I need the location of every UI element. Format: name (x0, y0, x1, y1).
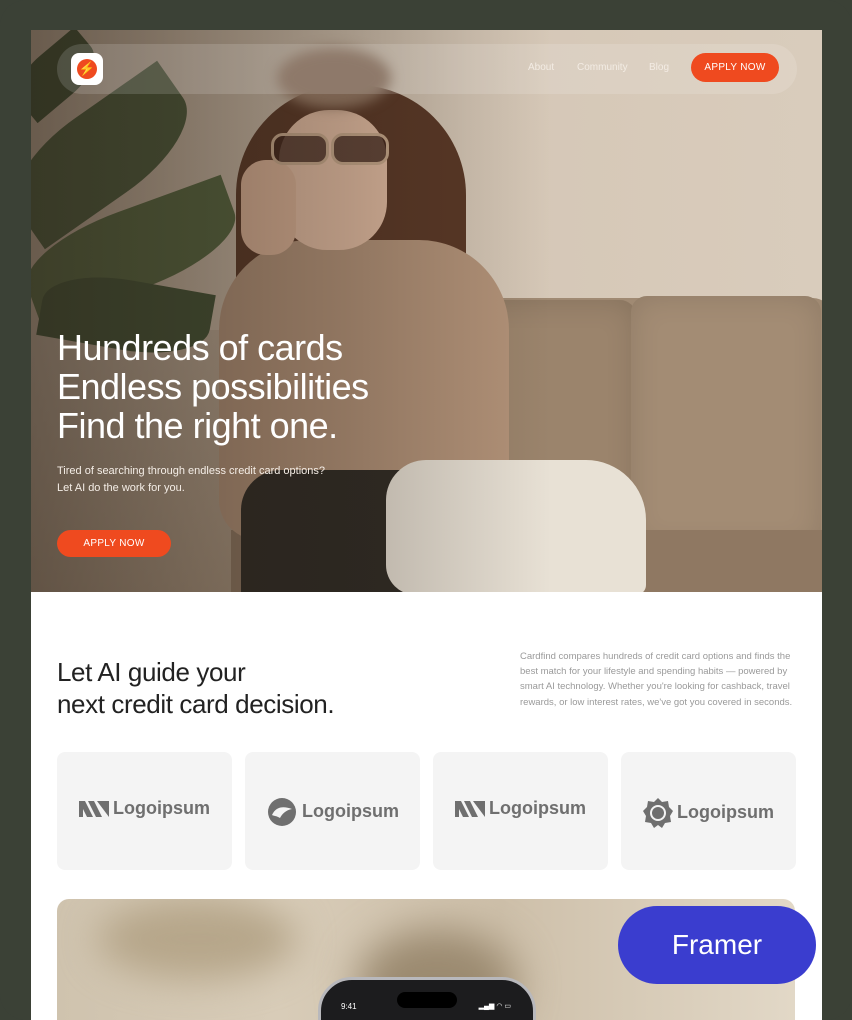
partner-logo-card: Logoipsum (57, 752, 232, 870)
logoipsum-badge-icon (643, 798, 673, 828)
partner-logo-name: Logoipsum (302, 800, 399, 821)
partner-logo-card: Logoipsum (433, 752, 608, 870)
logoipsum-stripes-icon (79, 801, 109, 818)
nav-link-blog[interactable]: Blog (649, 62, 669, 73)
nav-link-about[interactable]: About (528, 62, 554, 73)
partner-logo-name: Logoipsum (113, 798, 210, 818)
partner-logo-card: Logoipsum (621, 752, 796, 870)
intro-description: Cardfind compares hundreds of credit car… (520, 651, 793, 708)
partner-logo-name: Logoipsum (489, 798, 586, 818)
signal-wifi-battery-icon: ▂▄▆ ◠ ▭ (478, 1003, 511, 1010)
lightning-bolt-icon: ⚡ (77, 59, 97, 79)
logoipsum-stripes-icon (455, 801, 485, 818)
brand-logo[interactable]: ⚡ (71, 53, 103, 85)
intro-title: Let AI guide your next credit card decis… (57, 657, 335, 719)
hero-apply-button[interactable]: APPLY NOW (57, 530, 171, 557)
framer-badge-button[interactable]: Framer (618, 906, 816, 984)
navbar (57, 44, 797, 94)
hero-subtext: Tired of searching through endless credi… (57, 465, 326, 494)
logoipsum-swirl-icon (268, 798, 296, 826)
partner-logo-name: Logoipsum (677, 801, 774, 822)
hero-headline: Hundreds of cards Endless possibilities … (57, 327, 369, 446)
nav-apply-button[interactable]: APPLY NOW (691, 53, 779, 82)
hero-section: Hundreds of cards Endless possibilities … (31, 30, 822, 592)
website-page: Hundreds of cards Endless possibilities … (31, 30, 822, 1020)
window-frame: Hundreds of cards Endless possibilities … (0, 0, 852, 1020)
phone-mockup: 9:41 ▂▄▆ ◠ ▭ (318, 977, 536, 1020)
nav-link-community[interactable]: Community (577, 62, 628, 73)
dynamic-island (397, 992, 457, 1008)
phone-time: 9:41 (341, 1002, 357, 1011)
partner-logo-card: Logoipsum (245, 752, 420, 870)
